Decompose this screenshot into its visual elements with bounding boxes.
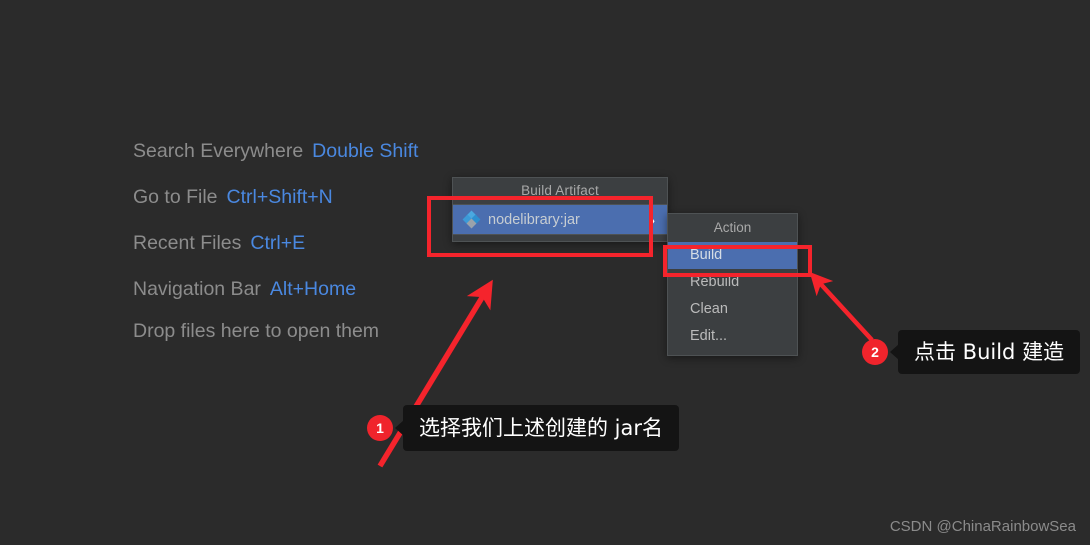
csdn-watermark: CSDN @ChinaRainbowSea [889,518,1076,535]
callout-notch-2 [890,344,899,360]
hint-label-go-to-file: Go to File [133,186,218,208]
hint-label-search-everywhere: Search Everywhere [133,140,304,162]
hint-shortcut-go-to-file: Ctrl+Shift+N [226,186,333,208]
hint-shortcut-search-everywhere: Double Shift [312,140,419,162]
callout-text-1: 选择我们上述创建的 jar名 [419,415,664,440]
hint-row-navigation-bar: Navigation Bar Alt+Home [133,274,553,320]
build-artifact-popup: Build Artifact nodelibrary:jar › [452,177,668,242]
chevron-right-icon: › [650,211,655,228]
hint-label-recent-files: Recent Files [133,232,242,254]
hint-shortcut-recent-files: Ctrl+E [250,232,306,254]
popup-footer-space [453,235,667,241]
action-item-clean[interactable]: Clean [668,296,797,323]
callout-text-2: 点击 Build 建造 [914,339,1065,364]
build-artifact-popup-title: Build Artifact [521,183,599,198]
callout-box-1: 选择我们上述创建的 jar名 [395,405,680,451]
action-item-rebuild[interactable]: Rebuild [668,269,797,296]
hint-row-search-everywhere: Search Everywhere Double Shift [133,136,553,182]
drop-files-hint: Drop files here to open them [133,320,380,342]
arrow-to-build-action [809,272,874,342]
callout-badge-1: 1 [367,415,393,441]
callout-badge-2: 2 [862,339,888,365]
action-item-build[interactable]: Build [668,242,797,269]
hint-label-navigation-bar: Navigation Bar [133,278,261,300]
artifact-item-label: nodelibrary:jar [488,211,580,228]
callout-notch-1 [395,420,404,436]
hint-shortcut-navigation-bar: Alt+Home [269,278,357,300]
action-popup: Action Build Rebuild Clean Edit... [667,213,798,356]
action-popup-title: Action [713,220,752,235]
callout-box-2: 点击 Build 建造 [890,330,1081,374]
ide-editor-background: Search Everywhere Double Shift Go to File… [0,0,1090,545]
artifact-diamonds-icon [462,210,481,229]
action-item-edit[interactable]: Edit... [668,323,797,350]
artifact-item-nodelibrary-jar[interactable]: nodelibrary:jar › [453,205,667,234]
